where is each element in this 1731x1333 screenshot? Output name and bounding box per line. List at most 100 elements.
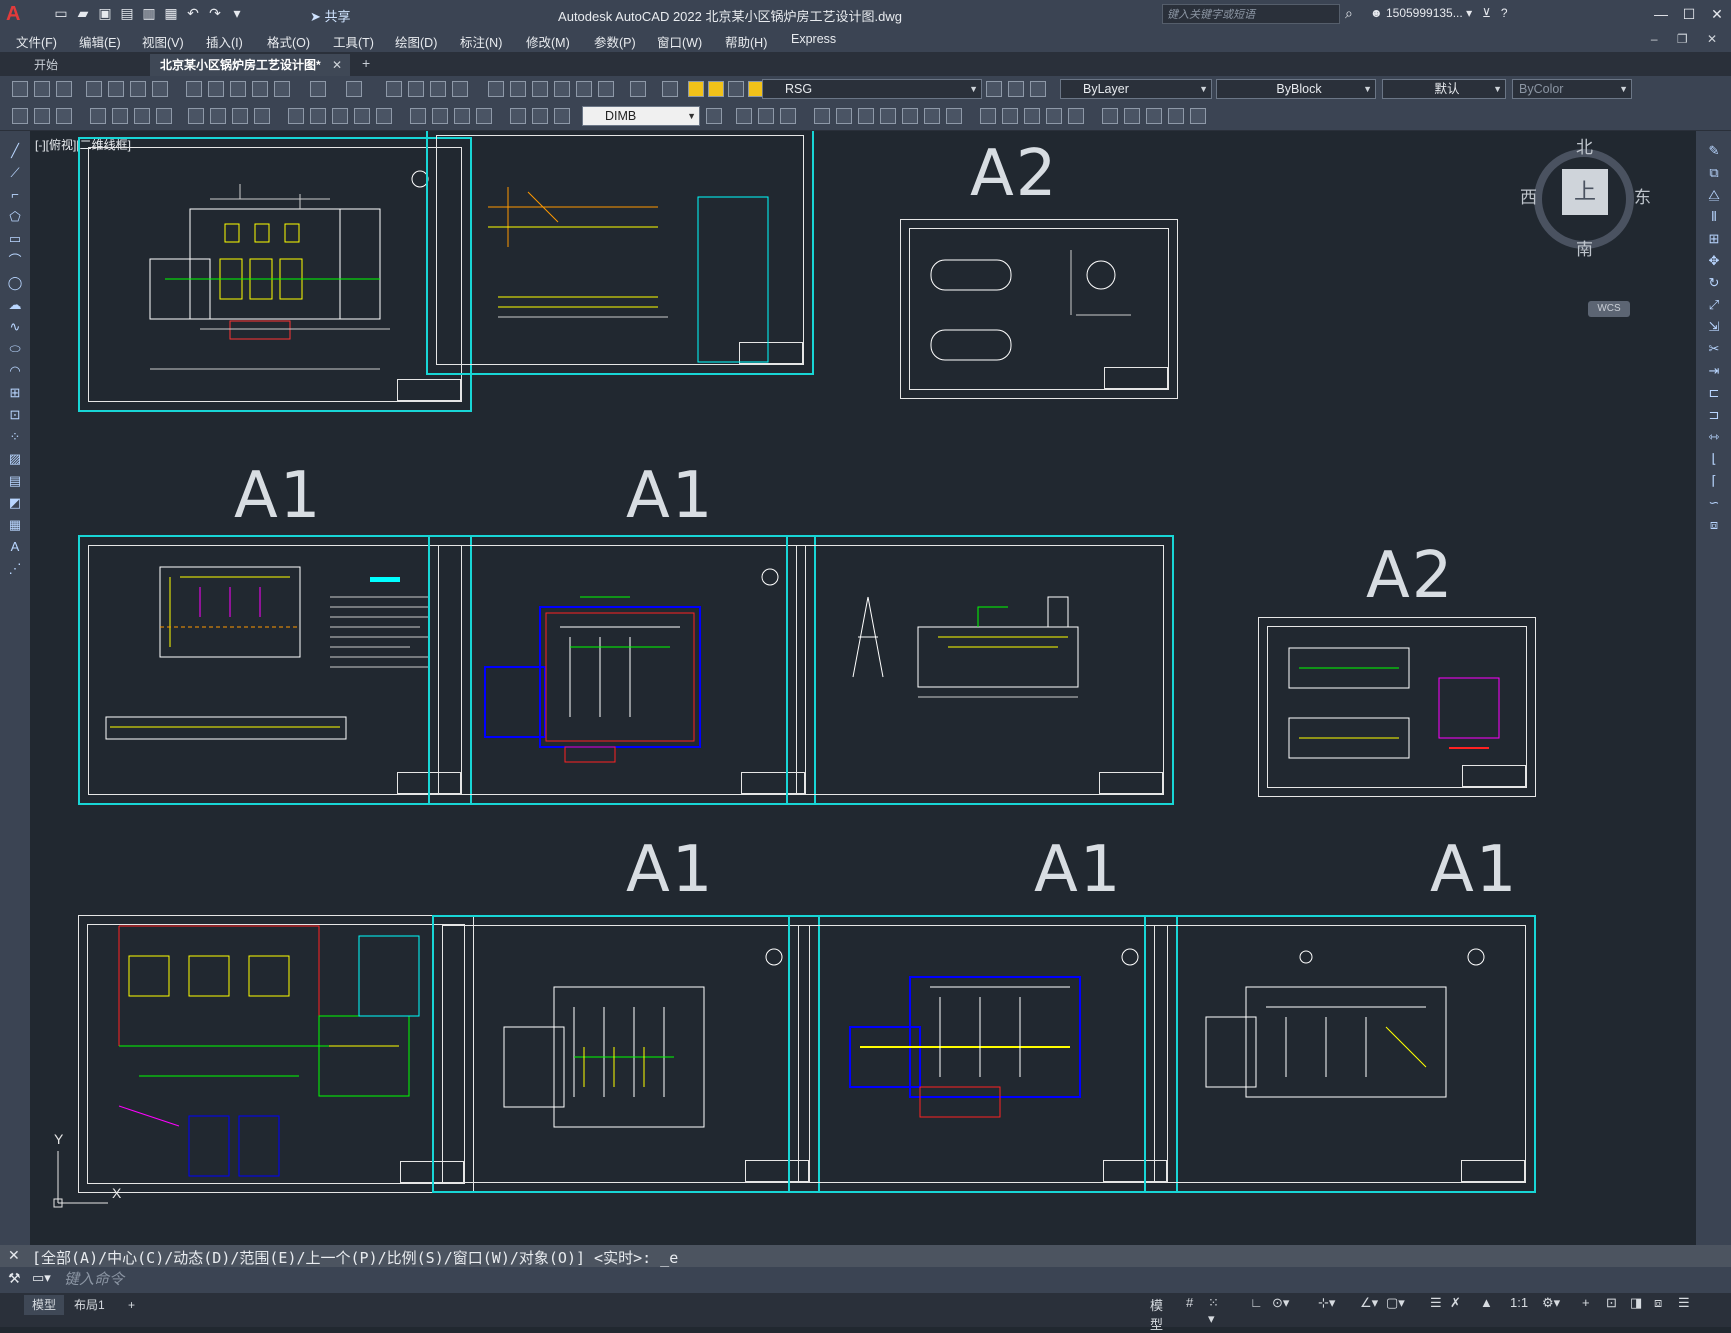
zoom-previous-icon[interactable] [452,81,468,97]
ucs-view-icon[interactable] [924,108,940,124]
diameter-icon[interactable] [232,108,248,124]
circle-icon[interactable]: ◯ [7,275,23,291]
revcloud-icon[interactable] [1002,108,1018,124]
spline-icon[interactable]: ∿ [7,319,23,335]
compass-south[interactable]: 南 [1576,235,1593,260]
zoom-window-icon[interactable] [430,81,446,97]
linear-dimension-icon[interactable] [90,108,106,124]
match-properties-icon[interactable] [252,81,268,97]
plotstyle-dropdown[interactable]: ByColor ▼ [1512,79,1632,99]
viewcube-face[interactable]: 上 [1562,169,1608,215]
redo-icon[interactable]: ↷ [206,4,224,22]
layer-vp-freeze-icon[interactable] [728,81,744,97]
ucs-previous-icon[interactable] [858,108,874,124]
drawing-sheet[interactable] [786,535,1174,805]
construction-line-icon[interactable]: ⟋ [7,165,23,181]
isolate-icon[interactable]: ⊡ [1606,1295,1617,1311]
menu-help[interactable]: 帮助(H) [725,32,767,51]
rectangle-icon[interactable]: ▭ [7,231,23,247]
chamfer-icon[interactable]: ⌊ [1706,451,1722,467]
make-block-icon[interactable]: ⊡ [7,407,23,423]
radius-icon[interactable] [188,108,204,124]
erase-icon[interactable]: ✎ [1706,143,1722,159]
preview-icon[interactable] [108,81,124,97]
customize-status-icon[interactable]: ☰ [1678,1295,1690,1311]
layer-previous-icon[interactable] [1008,81,1024,97]
polyline-icon[interactable]: ⌐ [7,187,23,203]
menu-dimension[interactable]: 标注(N) [460,32,502,51]
search-icon[interactable]: ⌕ [1345,5,1353,22]
customize-icon[interactable]: ⚒ [8,1270,21,1287]
copy-icon[interactable]: ⧉ [1706,165,1722,181]
undo-icon[interactable]: ↶ [184,4,202,22]
match-icon[interactable] [34,108,50,124]
ortho-icon[interactable]: ∟ [1250,1295,1263,1310]
close-command-icon[interactable]: ✕ [8,1247,20,1264]
layer-properties-icon[interactable] [662,81,678,97]
drawing-sheet[interactable] [1144,915,1536,1193]
center-mark-icon[interactable] [432,108,448,124]
angular-icon[interactable] [254,108,270,124]
minimize-button[interactable]: — [1647,0,1675,28]
plus-icon[interactable]: + [1582,1295,1590,1310]
draworder-back-icon[interactable] [758,108,774,124]
jogged-icon[interactable] [210,108,226,124]
move-icon[interactable]: ✥ [1706,253,1722,269]
user-account[interactable]: ☻ 1505999135... ▾ ⊻ ? [1370,6,1508,20]
open-icon[interactable] [34,81,50,97]
share-button[interactable]: ➤ 共享 [310,6,351,25]
drawing-sheet[interactable] [1258,617,1536,797]
table-icon[interactable]: ▦ [7,517,23,533]
dimension-break-icon[interactable] [376,108,392,124]
workspace-icon[interactable]: ⚙▾ [1542,1295,1560,1311]
ucs-face-icon[interactable] [880,108,896,124]
viewcube[interactable]: 上 北 南 西 东 [1520,138,1651,260]
polar-icon[interactable]: ⊙▾ [1272,1295,1289,1311]
tab-drawing[interactable]: 北京某小区锅炉房工艺设计图* ✕ [150,54,350,76]
trim-icon[interactable]: ✂ [1706,341,1722,357]
menu-format[interactable]: 格式(O) [267,32,310,51]
color-dropdown[interactable]: ByLayer ▼ [1060,79,1212,99]
drawing-sheet[interactable] [900,219,1178,399]
mirror-icon[interactable]: ⧋ [1706,187,1722,203]
copy-icon[interactable] [208,81,224,97]
properties-toggle-icon[interactable]: ☰ [1430,1295,1442,1311]
multiline-text-icon[interactable] [1146,108,1162,124]
menu-draw[interactable]: 绘图(D) [395,32,437,51]
undo-icon[interactable] [310,81,326,97]
linetype-dropdown[interactable]: ByBlock ▼ [1216,79,1376,99]
compass-east[interactable]: 东 [1634,183,1651,208]
offset-icon[interactable]: ⫴ [1706,209,1722,225]
calculator-icon[interactable] [598,81,614,97]
menu-express[interactable]: Express [791,32,836,46]
lineweight-icon[interactable]: ▢▾ [1386,1295,1405,1311]
help-icon[interactable] [630,81,646,97]
new-tab-button[interactable]: + [362,55,370,71]
sheet-set-icon[interactable] [554,81,570,97]
search-input[interactable]: 键入关键字或短语 [1162,4,1340,24]
redo-icon[interactable] [346,81,362,97]
menu-parametric[interactable]: 参数(P) [594,32,636,51]
drawing-sheet[interactable] [788,915,1178,1193]
array-icon[interactable]: ⊞ [1706,231,1722,247]
layer-dropdown[interactable]: RSG ▼ [762,79,982,99]
point-icon[interactable]: ⁘ [7,429,23,445]
recent-commands-icon[interactable]: ▭▾ [32,1270,51,1286]
block-editor-icon[interactable] [274,81,290,97]
properties-icon[interactable] [488,81,504,97]
dimension-style-icon[interactable] [706,108,722,124]
close-button[interactable]: ✕ [1703,0,1731,28]
hatch-icon[interactable] [1046,108,1062,124]
save-icon[interactable]: ▣ [96,4,114,22]
help-icon[interactable]: ? [1501,6,1508,20]
compass-north[interactable]: 北 [1576,133,1593,158]
document-window-controls[interactable]: – ❐ ✕ [1651,32,1725,46]
ellipse-icon[interactable]: ⬭ [7,341,23,357]
blend-curves-icon[interactable]: ∽ [1706,495,1722,511]
lineweight-dropdown[interactable]: 默认 ▼ [1382,79,1506,99]
group-icon[interactable] [56,108,72,124]
properties-icon[interactable] [12,108,28,124]
ucs-object-icon[interactable] [902,108,918,124]
multiline-text-icon[interactable]: A [7,539,23,555]
scale-icon[interactable]: ⤢ [1706,297,1722,313]
